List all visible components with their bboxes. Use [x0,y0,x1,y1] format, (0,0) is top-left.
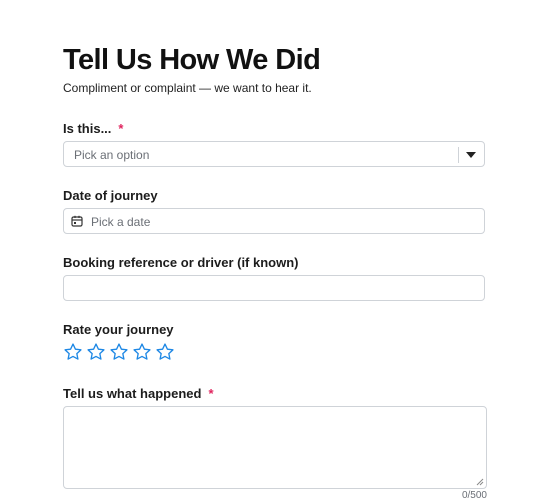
star-icon[interactable] [155,342,175,362]
type-label: Is this... * [63,121,123,136]
character-counter: 0/500 [461,490,487,501]
chevron-down-icon[interactable] [466,152,476,158]
date-placeholder: Pick a date [91,215,151,229]
reference-label: Booking reference or driver (if known) [63,255,299,270]
reference-input[interactable] [63,275,485,301]
star-icon[interactable] [132,342,152,362]
type-label-text: Is this... [63,121,112,136]
details-label-text: Tell us what happened [63,386,202,401]
details-label: Tell us what happened * [63,386,214,401]
type-select-placeholder: Pick an option [74,148,150,162]
calendar-icon [71,215,83,227]
rating-label: Rate your journey [63,322,174,337]
page-subtitle: Compliment or complaint — we want to hea… [63,81,312,95]
star-icon[interactable] [63,342,83,362]
date-label: Date of journey [63,188,158,203]
resize-handle-icon[interactable] [476,478,484,486]
feedback-form: Tell Us How We Did Compliment or complai… [0,0,550,501]
required-marker: * [208,386,214,401]
select-divider [458,147,459,163]
page-title: Tell Us How We Did [63,44,321,76]
details-textarea[interactable] [63,406,487,489]
star-icon[interactable] [86,342,106,362]
required-marker: * [118,121,124,136]
date-picker[interactable]: Pick a date [63,208,485,234]
star-icon[interactable] [109,342,129,362]
type-select[interactable]: Pick an option [63,141,485,167]
